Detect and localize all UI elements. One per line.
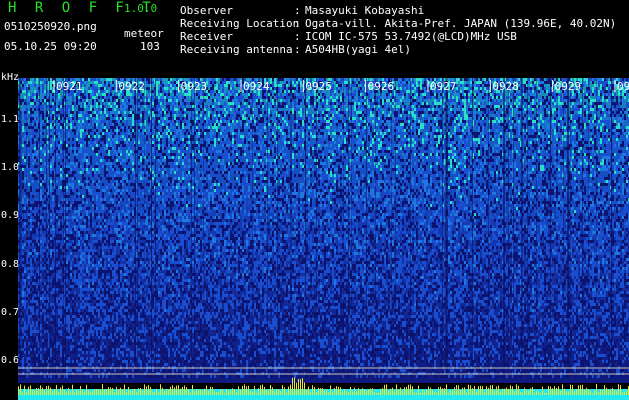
meteor-count: 103 (140, 40, 160, 53)
info-sep: : (294, 17, 301, 30)
x-tick-label: 0923 (181, 80, 208, 93)
info-label-observer: Observer (180, 4, 233, 17)
x-tick-label: 0924 (243, 80, 270, 93)
x-tick-label: 0930 (617, 80, 629, 93)
info-value-observer: Masayuki Kobayashi (305, 4, 424, 17)
info-label-antenna: Receiving antenna (180, 43, 293, 56)
x-tick-label: 0925 (305, 80, 332, 93)
y-tick-label: 0.8 (1, 259, 19, 270)
y-tick-label: 0.9 (1, 210, 19, 221)
y-tick-label: 1.0 (1, 162, 19, 173)
x-tick-label: 0929 (555, 80, 582, 93)
y-tick-label: 1.1 (1, 114, 19, 125)
x-tick-label: 0926 (368, 80, 395, 93)
x-tick-label: 0921 (56, 80, 83, 93)
power-baseline (18, 389, 629, 400)
timestamp: 05.10.25 09:20 (4, 40, 97, 53)
x-tick-label: 0928 (492, 80, 519, 93)
x-tick-label: 0922 (118, 80, 145, 93)
y-tick-label: 0.7 (1, 307, 19, 318)
info-label-location: Receiving Location (180, 17, 299, 30)
info-label-receiver: Receiver (180, 30, 233, 43)
y-axis-unit-label: kHz (1, 72, 19, 83)
x-tick-label: 0927 (430, 80, 457, 93)
y-tick-label: 0.6 (1, 355, 19, 366)
info-value-antenna: A504HB(yagi 4el) (305, 43, 411, 56)
spectrogram: 0921 0922 0923 0924 0925 0926 0927 0928 0929 0930 (18, 78, 629, 400)
info-sep: : (294, 43, 301, 56)
mode-label: meteor (124, 27, 164, 40)
info-sep: : (294, 4, 301, 17)
info-sep: : (294, 30, 301, 43)
file-name: 0510250920.png (4, 20, 97, 33)
app-version: 1.0.0 (124, 2, 157, 15)
info-value-location: Ogata-vill. Akita-Pref. JAPAN (139.96E, … (305, 17, 616, 30)
info-value-receiver: ICOM IC-575 53.7492(@LCD)MHz USB (305, 30, 517, 43)
